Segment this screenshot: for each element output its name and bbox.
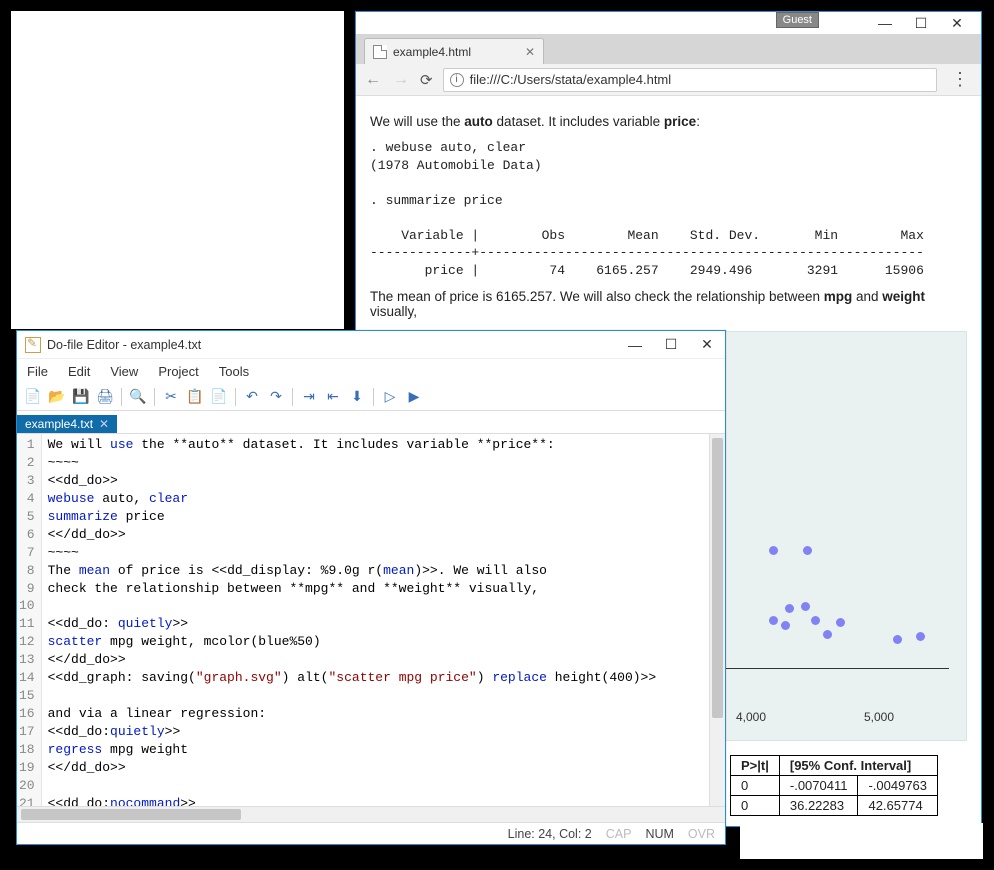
blank-panel-br (740, 823, 983, 859)
dofile-minimize-button[interactable]: — (625, 335, 645, 355)
xaxis-tick-5000: 5,000 (864, 710, 894, 724)
table-row: 0 -.0070411 -.0049763 (731, 776, 938, 796)
status-num: NUM (645, 827, 673, 841)
horizontal-scrollbar[interactable] (17, 806, 725, 822)
copy-icon[interactable]: 📋 (185, 387, 205, 407)
status-ovr: OVR (688, 827, 715, 841)
cut-icon[interactable]: ✂ (161, 387, 181, 407)
scrollbar-thumb[interactable] (21, 809, 241, 820)
browser-tab[interactable]: example4.html ✕ (364, 38, 544, 64)
chart-point (769, 546, 778, 555)
run-icon[interactable]: ▷ (380, 387, 400, 407)
maximize-button[interactable]: ☐ (911, 13, 931, 33)
browser-titlebar: — ☐ ✕ (356, 12, 981, 34)
intro-paragraph: We will use the auto dataset. It include… (370, 114, 967, 129)
dofile-menubar: File Edit View Project Tools (17, 359, 725, 383)
url-input[interactable]: i file:///C:/Users/stata/example4.html (443, 68, 937, 92)
address-bar: ← → ⟳ i file:///C:/Users/stata/example4.… (356, 64, 981, 96)
chart-point (769, 616, 778, 625)
col-ci: [95% Conf. Interval] (779, 756, 937, 776)
guest-badge: Guest (776, 12, 819, 28)
menu-edit[interactable]: Edit (68, 364, 90, 379)
chart-point (893, 635, 902, 644)
minimize-button[interactable]: — (875, 13, 895, 33)
open-file-icon[interactable]: 📂 (47, 387, 67, 407)
status-linecol: Line: 24, Col: 2 (508, 827, 592, 841)
dofile-editor-window: Do-file Editor - example4.txt — ☐ ✕ File… (16, 330, 726, 845)
chart-point (801, 602, 810, 611)
dofile-titlebar: Do-file Editor - example4.txt — ☐ ✕ (17, 331, 725, 359)
blank-panel (11, 11, 344, 329)
regression-table: P>|t| [95% Conf. Interval] 0 -.0070411 -… (730, 755, 938, 816)
dofile-close-button[interactable]: ✕ (697, 335, 717, 355)
dofile-tabstrip: example4.txt ✕ (17, 411, 725, 433)
chart-point (836, 618, 845, 627)
reload-button[interactable]: ⟳ (420, 71, 433, 89)
find-icon[interactable]: 🔍 (128, 387, 148, 407)
dofile-tab-label: example4.txt (25, 417, 93, 431)
dofile-tab[interactable]: example4.txt ✕ (17, 415, 117, 433)
menu-project[interactable]: Project (158, 364, 198, 379)
chart-point (781, 621, 790, 630)
menu-tools[interactable]: Tools (219, 364, 249, 379)
redo-icon[interactable]: ↷ (266, 387, 286, 407)
chart-point (916, 632, 925, 641)
unindent-icon[interactable]: ⇤ (323, 387, 343, 407)
forward-button[interactable]: → (392, 71, 410, 89)
dofile-tab-close-icon[interactable]: ✕ (99, 417, 109, 431)
table-header-row: P>|t| [95% Conf. Interval] (731, 756, 938, 776)
back-button[interactable]: ← (364, 71, 382, 89)
url-text: file:///C:/Users/stata/example4.html (470, 72, 672, 87)
status-cap: CAP (606, 827, 632, 841)
browser-tabstrip: example4.html ✕ (356, 34, 981, 64)
chart-point (803, 546, 812, 555)
bookmark-icon[interactable]: ⬇ (347, 387, 367, 407)
save-icon[interactable]: 💾 (71, 387, 91, 407)
code-editor[interactable]: 1 2 3 4 5 6 7 8 9 10 11 12 13 14 15 16 1… (17, 433, 725, 806)
mean-paragraph: The mean of price is 6165.257. We will a… (370, 289, 967, 319)
tab-title: example4.html (393, 45, 471, 59)
tab-close-icon[interactable]: ✕ (525, 45, 535, 59)
xaxis-tick-4000: 4,000 (736, 710, 766, 724)
dofile-toolbar: 📄 📂 💾 🖨 🔍 ✂ 📋 📄 ↶ ↷ ⇥ ⇤ ⬇ ▷ ▶ (17, 383, 725, 411)
col-pt: P>|t| (731, 756, 780, 776)
dofile-statusbar: Line: 24, Col: 2 CAP NUM OVR (17, 822, 725, 844)
scrollbar-thumb[interactable] (712, 438, 723, 718)
line-gutter: 1 2 3 4 5 6 7 8 9 10 11 12 13 14 15 16 1… (17, 434, 42, 806)
code-area[interactable]: We will use the **auto** dataset. It inc… (42, 434, 725, 806)
chart-point (823, 630, 832, 639)
do-icon[interactable]: ▶ (404, 387, 424, 407)
info-icon[interactable]: i (450, 73, 464, 87)
stata-output: . webuse auto, clear (1978 Automobile Da… (370, 139, 967, 279)
undo-icon[interactable]: ↶ (242, 387, 262, 407)
dofile-title: Do-file Editor - example4.txt (47, 338, 201, 352)
new-file-icon[interactable]: 📄 (23, 387, 43, 407)
vertical-scrollbar[interactable] (709, 434, 725, 806)
file-icon (373, 45, 387, 59)
browser-menu-button[interactable]: ⋮ (947, 69, 973, 90)
dofile-app-icon (25, 337, 41, 353)
chart-point (811, 616, 820, 625)
table-row: 0 36.22283 42.65774 (731, 796, 938, 816)
paste-icon[interactable]: 📄 (209, 387, 229, 407)
chart-point (785, 604, 794, 613)
indent-icon[interactable]: ⇥ (299, 387, 319, 407)
print-icon[interactable]: 🖨 (95, 387, 115, 407)
close-button[interactable]: ✕ (947, 13, 967, 33)
dofile-maximize-button[interactable]: ☐ (661, 335, 681, 355)
menu-file[interactable]: File (27, 364, 48, 379)
menu-view[interactable]: View (110, 364, 138, 379)
